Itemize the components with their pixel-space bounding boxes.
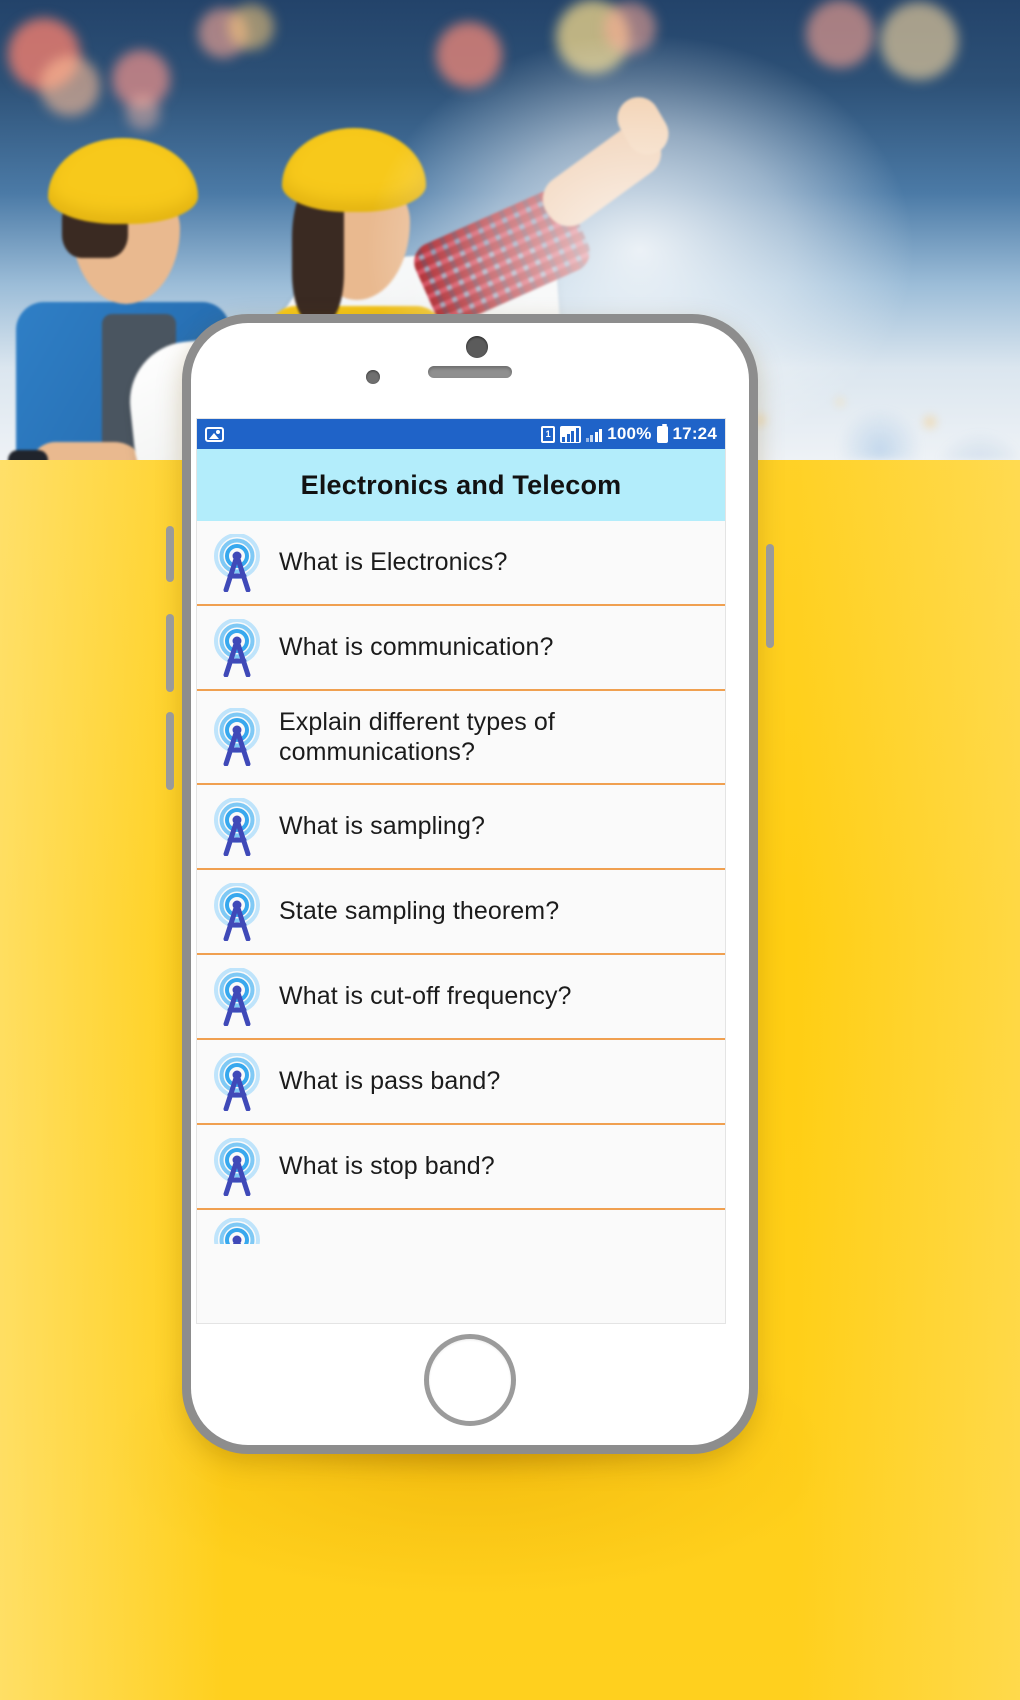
list-item[interactable]: What is sampling?	[197, 785, 725, 870]
status-bar-right: 1 100% 17:24	[541, 423, 717, 444]
list-item-label: Explain different types of communication…	[279, 707, 555, 767]
list-item[interactable]: What is pass band?	[197, 1040, 725, 1125]
battery-icon	[656, 423, 668, 443]
sim-card-icon: 1	[541, 425, 556, 443]
list-item[interactable]: What is communication?	[197, 606, 725, 691]
radio-tower-icon	[209, 1137, 265, 1196]
phone-mockup: 1 100% 17:24 Electronics and Telecom Wha…	[166, 314, 774, 1454]
list-item-label: What is sampling?	[279, 812, 485, 841]
list-item[interactable]	[197, 1210, 725, 1323]
phone-silence-switch[interactable]	[166, 526, 174, 582]
list-item[interactable]: State sampling theorem?	[197, 870, 725, 955]
radio-tower-icon	[209, 533, 265, 592]
list-item-label: What is communication?	[279, 633, 554, 662]
phone-home-button[interactable]	[424, 1334, 516, 1426]
phone-power-button[interactable]	[766, 544, 774, 648]
signal-full-icon	[560, 425, 581, 443]
status-bar-left	[205, 426, 224, 442]
status-bar: 1 100% 17:24	[197, 419, 725, 449]
radio-tower-icon	[209, 882, 265, 941]
app-title-bar: Electronics and Telecom	[197, 449, 725, 521]
radio-tower-icon	[209, 618, 265, 677]
phone-volume-down-button[interactable]	[166, 712, 174, 790]
list-item-label: What is pass band?	[279, 1067, 501, 1096]
battery-percent-label: 100%	[607, 424, 652, 443]
phone-earpiece-speaker	[428, 366, 512, 378]
phone-screen: 1 100% 17:24 Electronics and Telecom Wha…	[196, 418, 726, 1324]
list-item-label: What is cut-off frequency?	[279, 982, 572, 1011]
list-item[interactable]: What is cut-off frequency?	[197, 955, 725, 1040]
signal-secondary-icon	[585, 427, 603, 442]
phone-front-camera	[466, 336, 488, 358]
list-item-label: What is Electronics?	[279, 548, 508, 577]
phone-volume-up-button[interactable]	[166, 614, 174, 692]
list-item-label: What is stop band?	[279, 1152, 495, 1181]
radio-tower-icon	[209, 797, 265, 856]
radio-tower-icon	[209, 967, 265, 1026]
radio-tower-icon	[209, 1218, 265, 1244]
list-item-label: State sampling theorem?	[279, 897, 560, 926]
page-title: Electronics and Telecom	[300, 469, 622, 500]
question-list: What is Electronics? What is communicati…	[197, 521, 725, 1323]
phone-proximity-sensor	[366, 370, 380, 384]
clock-label: 17:24	[672, 424, 717, 443]
list-item[interactable]: What is stop band?	[197, 1125, 725, 1210]
list-item[interactable]: What is Electronics?	[197, 521, 725, 606]
radio-tower-icon	[209, 1052, 265, 1111]
radio-tower-icon	[209, 708, 265, 766]
list-item[interactable]: Explain different types of communication…	[197, 691, 725, 785]
photo-icon	[205, 426, 224, 442]
